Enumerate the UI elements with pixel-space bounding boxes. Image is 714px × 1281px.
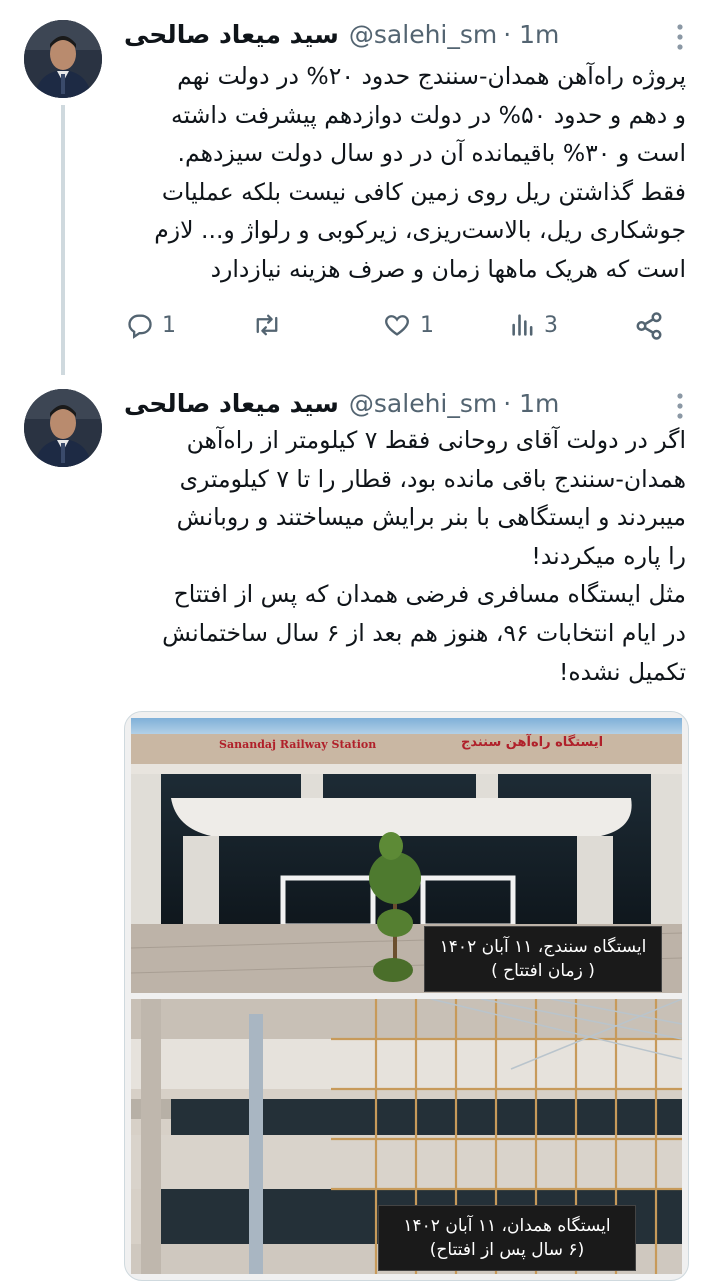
tweet-header: سید میعاد صالحی @salehi_sm · 1m [124, 14, 678, 54]
avatar[interactable] [24, 389, 102, 467]
retweet-icon [256, 314, 278, 336]
tweet-text: پروژه راه‌آهن همدان-سنندج حدود ۲۰% در دو… [154, 62, 686, 283]
more-options-icon[interactable] [676, 24, 684, 54]
more-options-icon[interactable] [676, 393, 684, 423]
caption-sanandaj-line2: ( زمان افتتاح ) [491, 961, 595, 981]
share-button[interactable] [634, 311, 664, 341]
avatar[interactable] [24, 20, 102, 98]
station-sign-en: Sanandaj Railway Station [219, 738, 377, 751]
author-handle[interactable]: @salehi_sm [349, 20, 497, 49]
share-icon [636, 312, 662, 340]
tweet-text: اگر در دولت آقای روحانی فقط ۷ کیلومتر از… [162, 426, 686, 686]
caption-hamedan: ایستگاه همدان، ۱۱ آبان ۱۴۰۲ (۶ سال پس از… [378, 1205, 636, 1271]
tweet-time[interactable]: · 1m [503, 389, 559, 418]
author-name[interactable]: سید میعاد صالحی [124, 20, 339, 49]
tweet-header: سید میعاد صالحی @salehi_sm · 1m [124, 383, 678, 423]
tweet-time[interactable]: · 1m [503, 20, 559, 49]
caption-hamedan-line1: ایستگاه همدان، ۱۱ آبان ۱۴۰۲ [403, 1216, 611, 1236]
tweet-1[interactable]: سید میعاد صالحی @salehi_sm · 1m پروژه را… [0, 0, 714, 375]
author-handle[interactable]: @salehi_sm [349, 389, 497, 418]
station-sign-fa: ایستگاه راه‌آهن سنندج [461, 735, 604, 750]
reply-count: 1 [162, 312, 176, 338]
caption-hamedan-line2: (۶ سال پس از افتتاح) [429, 1240, 585, 1260]
heart-icon [385, 315, 409, 336]
like-count: 1 [420, 312, 434, 338]
caption-sanandaj-line1: ایستگاه سنندج، ۱۱ آبان ۱۴۰۲ [439, 937, 647, 957]
author-name[interactable]: سید میعاد صالحی [124, 389, 339, 418]
retweet-button[interactable] [252, 311, 282, 339]
views-button[interactable]: 3 [510, 311, 558, 339]
like-button[interactable]: 1 [382, 311, 434, 339]
views-icon [512, 314, 533, 336]
photo-sanandaj-station[interactable]: Sanandaj Railway Station ایستگاه راه‌آهن… [131, 718, 682, 993]
reply-button[interactable]: 1 [126, 311, 176, 339]
views-count: 3 [544, 312, 558, 338]
reply-icon [128, 314, 152, 339]
photo-hamedan-station[interactable]: ایستگاه همدان، ۱۱ آبان ۱۴۰۲ (۶ سال پس از… [131, 999, 682, 1274]
tweet-actions: 1 1 3 [124, 311, 674, 351]
tweet-media[interactable]: Sanandaj Railway Station ایستگاه راه‌آهن… [124, 711, 689, 1281]
caption-sanandaj: ایستگاه سنندج، ۱۱ آبان ۱۴۰۲ ( زمان افتتا… [424, 926, 662, 992]
